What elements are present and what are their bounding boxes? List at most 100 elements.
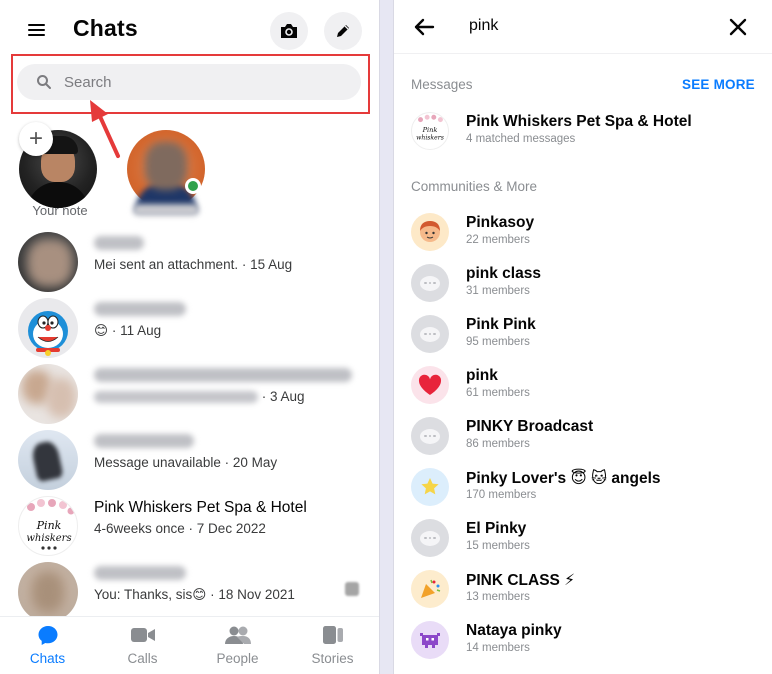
community-result[interactable]: pink class 31 members: [394, 264, 772, 308]
community-result[interactable]: Pinky Lover's 😇 🐱 angels 170 members: [394, 468, 772, 512]
tab-label: Calls: [127, 651, 158, 666]
result-subtitle: 13 members: [466, 591, 530, 603]
bottom-navigation: Chats Calls People Stories: [0, 616, 379, 674]
avatar: [411, 621, 449, 659]
avatar: [411, 417, 449, 455]
blurred-contact-name: [133, 204, 199, 216]
online-status-dot: [185, 178, 201, 194]
search-bar[interactable]: [17, 64, 361, 100]
result-subtitle: 4 matched messages: [466, 133, 576, 145]
avatar: [18, 430, 78, 490]
chat-row[interactable]: 😊 · 11 Aug: [0, 298, 379, 362]
avatar: [411, 315, 449, 353]
chat-preview: You: Thanks, sis😊 · 18 Nov 2021: [94, 587, 295, 602]
chat-preview: Message unavailable · 20 May: [94, 455, 278, 470]
search-input[interactable]: [64, 73, 314, 91]
result-title: Pinky Lover's 😇 🐱 angels: [466, 470, 661, 487]
page-title: Chats: [73, 15, 138, 41]
pen-icon: [337, 25, 349, 37]
menu-button[interactable]: [18, 14, 54, 46]
note-label: Your note: [32, 203, 88, 218]
message-result[interactable]: Pink whiskers Pink Whiskers Pet Spa & Ho…: [394, 112, 772, 156]
blurred-name: [94, 302, 186, 316]
result-title: Nataya pinky: [466, 622, 562, 639]
camera-button[interactable]: [270, 12, 308, 50]
result-title: Pink Pink: [466, 316, 536, 333]
pink-whiskers-logo: Pink whiskers: [411, 112, 449, 150]
tab-people[interactable]: People: [190, 623, 285, 666]
avatar: [411, 519, 449, 557]
section-title-messages: Messages: [411, 77, 473, 92]
logo-text-pink: Pink: [36, 519, 62, 532]
chats-header: Chats: [0, 0, 379, 56]
read-receipt-icon: [345, 582, 359, 596]
community-result[interactable]: PINKY Broadcast 86 members: [394, 417, 772, 461]
result-title: PINKY Broadcast: [466, 418, 594, 435]
tab-chats[interactable]: Chats: [0, 623, 95, 666]
result-subtitle: 15 members: [466, 540, 530, 552]
search-query-input[interactable]: pink: [469, 17, 498, 35]
tab-calls[interactable]: Calls: [95, 623, 190, 666]
chat-bubble-icon: [420, 326, 440, 342]
chat-preview: · 3 Aug: [94, 389, 305, 404]
result-subtitle: 61 members: [466, 387, 530, 399]
emoji: 😊: [94, 323, 109, 338]
blurred-name: [94, 368, 352, 382]
avatar: [411, 264, 449, 302]
tab-stories[interactable]: Stories: [285, 623, 379, 666]
result-title: pink class: [466, 265, 541, 282]
add-note-button[interactable]: +: [19, 122, 53, 156]
stories-icon: [322, 626, 343, 644]
search-results-screen: pink Messages SEE MORE Pink whiskers Pin…: [393, 0, 772, 674]
back-arrow-icon[interactable]: [412, 15, 436, 39]
svg-text:Pink: Pink: [422, 126, 438, 134]
community-result[interactable]: Nataya pinky 14 members: [394, 621, 772, 665]
avatar: [411, 468, 449, 506]
pink-whiskers-logo: Pink whiskers: [18, 496, 78, 556]
avatar: [411, 213, 449, 251]
people-icon: [224, 626, 251, 644]
avatar: [18, 232, 78, 292]
chat-row[interactable]: · 3 Aug: [0, 364, 379, 428]
blurred-name: [94, 434, 194, 448]
result-subtitle: 95 members: [466, 336, 530, 348]
result-title: Pink Whiskers Pet Spa & Hotel: [466, 113, 692, 130]
chat-bubble-icon: [38, 626, 57, 645]
logo-text-whiskers: whiskers: [26, 533, 71, 544]
chat-row[interactable]: Pink whiskers Pink Whiskers Pet Spa & Ho…: [0, 496, 379, 560]
result-title: El Pinky: [466, 520, 527, 537]
contact-story-avatar[interactable]: [127, 130, 205, 212]
chat-preview: 😊 · 11 Aug: [94, 323, 162, 338]
community-result[interactable]: Pink Pink 95 members: [394, 315, 772, 359]
new-message-button[interactable]: [324, 12, 362, 50]
party-popper-icon: [421, 579, 441, 598]
search-icon: [37, 75, 51, 89]
chat-preview: 4-6weeks once · 7 Dec 2022: [94, 521, 266, 536]
alien-monster-icon: [420, 633, 440, 648]
tab-label: Chats: [29, 651, 66, 666]
close-icon[interactable]: [727, 16, 749, 38]
camera-icon: [281, 24, 297, 38]
search-header: pink: [394, 0, 772, 54]
tab-label: Stories: [311, 651, 354, 666]
avatar: [18, 364, 78, 424]
chat-row[interactable]: Message unavailable · 20 May: [0, 430, 379, 494]
menu-icon: [27, 24, 45, 36]
section-title-communities: Communities & More: [411, 179, 538, 194]
avatar: [411, 366, 449, 404]
avatar: [411, 570, 449, 608]
see-more-link[interactable]: SEE MORE: [682, 77, 755, 92]
tab-label: People: [216, 651, 259, 666]
community-result[interactable]: PINK CLASS ⚡ 13 members: [394, 570, 772, 614]
avatar: [18, 298, 78, 358]
result-title: PINK CLASS ⚡: [466, 572, 576, 589]
video-camera-icon: [130, 628, 155, 642]
community-result[interactable]: pink 61 members: [394, 366, 772, 410]
community-result[interactable]: Pinkasoy 22 members: [394, 213, 772, 257]
community-result[interactable]: El Pinky 15 members: [394, 519, 772, 563]
chat-bubble-icon: [420, 428, 440, 444]
plus-icon: +: [28, 125, 43, 152]
result-subtitle: 31 members: [466, 285, 530, 297]
chat-row[interactable]: Mei sent an attachment. · 15 Aug: [0, 232, 379, 296]
chat-preview: Mei sent an attachment. · 15 Aug: [94, 257, 293, 272]
